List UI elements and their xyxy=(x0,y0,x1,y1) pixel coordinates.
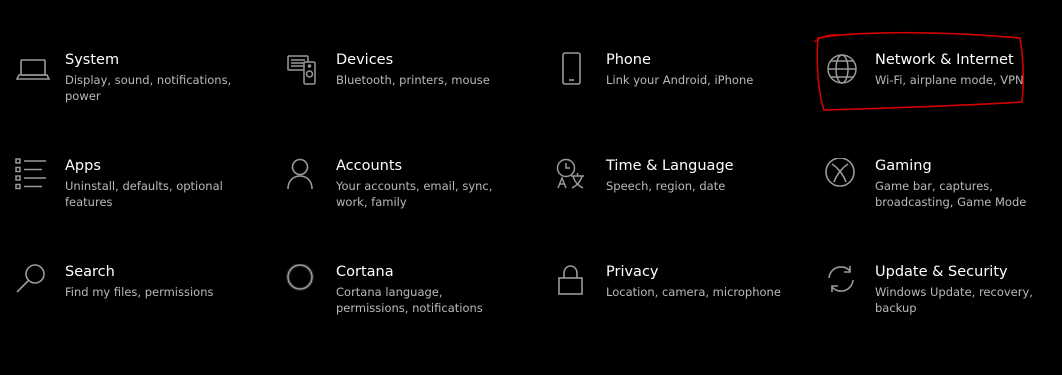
tile-title: Accounts xyxy=(336,158,403,174)
tile-description: Speech, region, date xyxy=(606,179,726,193)
tile-description: Windows Update, recovery, backup xyxy=(875,285,1033,315)
settings-tile-time-language[interactable]: Time & Language Speech, region, date xyxy=(556,156,796,236)
phone-icon xyxy=(556,52,592,88)
person-icon xyxy=(286,158,322,194)
tile-description: Uninstall, defaults, optional features xyxy=(65,179,223,209)
tile-description: Link your Android, iPhone xyxy=(606,73,754,87)
settings-tile-phone[interactable]: Phone Link your Android, iPhone xyxy=(556,50,796,130)
cortana-icon xyxy=(286,264,322,300)
search-icon xyxy=(15,264,51,300)
time-language-icon xyxy=(556,158,592,194)
tile-title: Apps xyxy=(65,158,101,174)
tile-title: Update & Security xyxy=(875,264,1008,280)
tile-description: Your accounts, email, sync, work, family xyxy=(336,179,493,209)
settings-grid: System Display, sound, notifications, po… xyxy=(0,0,1062,375)
tile-description: Find my files, permissions xyxy=(65,285,214,299)
devices-icon xyxy=(286,52,322,88)
tile-title: Time & Language xyxy=(606,158,734,174)
tile-description: Game bar, captures, broadcasting, Game M… xyxy=(875,179,1027,209)
tile-description: Display, sound, notifications, power xyxy=(65,73,232,103)
settings-tile-system[interactable]: System Display, sound, notifications, po… xyxy=(15,50,255,130)
settings-tile-search[interactable]: Search Find my files, permissions xyxy=(15,262,255,342)
tile-description: Location, camera, microphone xyxy=(606,285,781,299)
lock-icon xyxy=(556,264,592,300)
settings-tile-devices[interactable]: Devices Bluetooth, printers, mouse xyxy=(286,50,526,130)
settings-tile-update-security[interactable]: Update & Security Windows Update, recove… xyxy=(825,262,1062,342)
settings-tile-accounts[interactable]: Accounts Your accounts, email, sync, wor… xyxy=(286,156,526,236)
tile-title: Phone xyxy=(606,52,651,68)
tile-title: Cortana xyxy=(336,264,394,280)
laptop-icon xyxy=(15,52,51,88)
settings-tile-privacy[interactable]: Privacy Location, camera, microphone xyxy=(556,262,796,342)
settings-tile-cortana[interactable]: Cortana Cortana language, permissions, n… xyxy=(286,262,526,342)
globe-icon xyxy=(825,52,861,88)
settings-tile-gaming[interactable]: Gaming Game bar, captures, broadcasting,… xyxy=(825,156,1062,236)
settings-tile-network-internet[interactable]: Network & Internet Wi-Fi, airplane mode,… xyxy=(825,50,1062,130)
tile-description: Wi-Fi, airplane mode, VPN xyxy=(875,73,1024,87)
tile-title: Devices xyxy=(336,52,394,68)
tile-title: Network & Internet xyxy=(875,52,1014,68)
tile-title: Privacy xyxy=(606,264,659,280)
settings-tile-apps[interactable]: Apps Uninstall, defaults, optional featu… xyxy=(15,156,255,236)
tile-title: System xyxy=(65,52,120,68)
tile-description: Bluetooth, printers, mouse xyxy=(336,73,490,87)
xbox-icon xyxy=(825,158,861,194)
tile-description: Cortana language, permissions, notificat… xyxy=(336,285,483,315)
tile-title: Search xyxy=(65,264,115,280)
sync-arrows-icon xyxy=(825,264,861,300)
tile-title: Gaming xyxy=(875,158,932,174)
apps-list-icon xyxy=(15,158,51,194)
